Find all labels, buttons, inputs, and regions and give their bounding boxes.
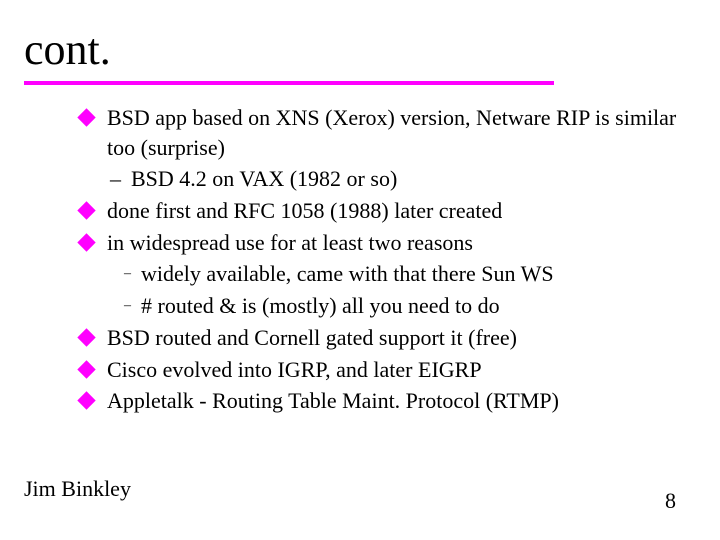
en-dash-icon: – <box>110 164 121 194</box>
sub-bullet-text: BSD 4.2 on VAX (1982 or so) <box>131 164 397 194</box>
bullet-text: Appletalk - Routing Table Maint. Protoco… <box>107 386 692 416</box>
bullet-item: done first and RFC 1058 (1988) later cre… <box>80 196 692 226</box>
bullet-item: Appletalk - Routing Table Maint. Protoco… <box>80 386 692 416</box>
slide-container: cont. BSD app based on XNS (Xerox) versi… <box>0 0 720 540</box>
diamond-bullet-icon <box>77 360 95 378</box>
bullet-item: Cisco evolved into IGRP, and later EIGRP <box>80 355 692 385</box>
diamond-bullet-icon <box>77 391 95 409</box>
diamond-bullet-icon <box>77 108 95 126</box>
sub-sub-bullet-item: – widely available, came with that there… <box>80 259 692 289</box>
bullet-text: BSD app based on XNS (Xerox) version, Ne… <box>107 103 692 162</box>
bullet-text: BSD routed and Cornell gated support it … <box>107 323 692 353</box>
slide-number: 8 <box>665 488 676 514</box>
bullet-item: BSD routed and Cornell gated support it … <box>80 323 692 353</box>
bullet-text: in widespread use for at least two reaso… <box>107 228 692 258</box>
sub-sub-bullet-text: # routed & is (mostly) all you need to d… <box>141 291 500 321</box>
small-dash-icon: – <box>124 297 131 316</box>
bullet-item: in widespread use for at least two reaso… <box>80 228 692 258</box>
bullet-item: BSD app based on XNS (Xerox) version, Ne… <box>80 103 692 162</box>
title-underline <box>24 81 554 85</box>
slide-title: cont. <box>24 24 692 75</box>
slide-body: BSD app based on XNS (Xerox) version, Ne… <box>28 103 692 416</box>
footer-author: Jim Binkley <box>24 476 131 502</box>
diamond-bullet-icon <box>77 328 95 346</box>
sub-bullet-item: – BSD 4.2 on VAX (1982 or so) <box>80 164 692 194</box>
diamond-bullet-icon <box>77 233 95 251</box>
bullet-text: Cisco evolved into IGRP, and later EIGRP <box>107 355 692 385</box>
sub-sub-bullet-item: – # routed & is (mostly) all you need to… <box>80 291 692 321</box>
sub-sub-bullet-text: widely available, came with that there S… <box>141 259 554 289</box>
diamond-bullet-icon <box>77 201 95 219</box>
small-dash-icon: – <box>124 265 131 284</box>
bullet-text: done first and RFC 1058 (1988) later cre… <box>107 196 692 226</box>
